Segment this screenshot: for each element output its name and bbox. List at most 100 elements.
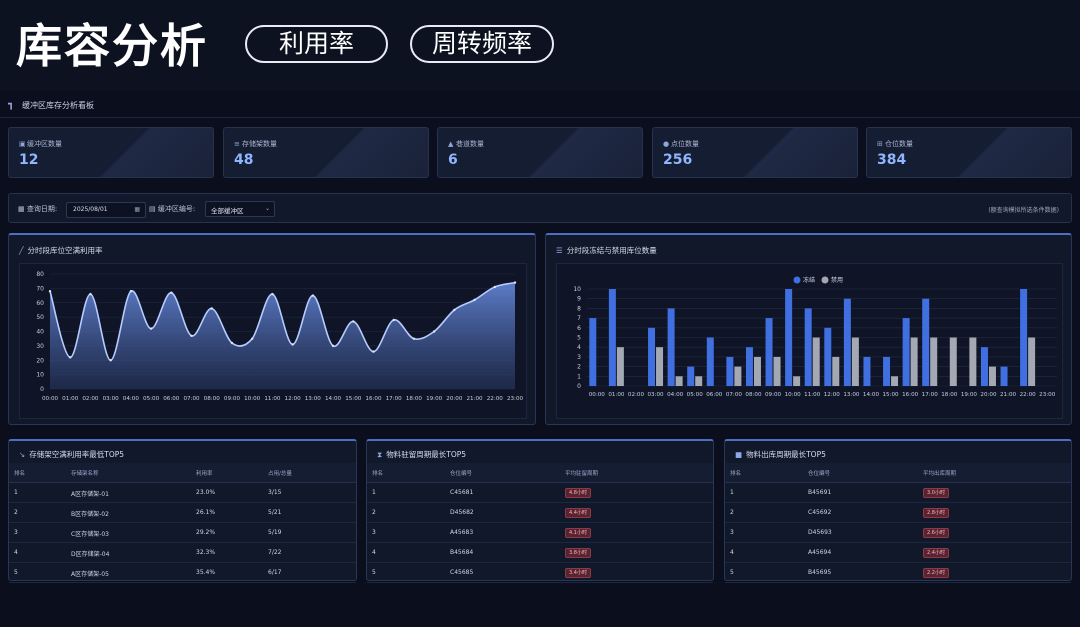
bar-禁用 bbox=[734, 366, 742, 386]
bar-冻结 bbox=[1000, 366, 1008, 386]
bar-冻结 bbox=[589, 318, 597, 386]
table-cell: D区存储架-04 bbox=[71, 551, 110, 558]
x-tick-label: 05:00 bbox=[687, 392, 704, 398]
data-point bbox=[493, 285, 496, 289]
table-row[interactable]: 5 B45695 2.2小时 bbox=[725, 563, 1071, 583]
table-header: 排名 仓位编号 平均出库周期 bbox=[725, 463, 1071, 483]
table-row[interactable]: 4 D区存储架-04 32.3% 7/22 bbox=[9, 543, 356, 563]
board-header: ┓ 缓冲区库存分析看板 bbox=[0, 92, 1080, 118]
bar-冻结 bbox=[608, 289, 616, 386]
x-tick-label: 04:00 bbox=[123, 396, 140, 402]
calendar-picker-icon[interactable]: ▦ bbox=[134, 206, 140, 213]
table-cell: 4 bbox=[14, 549, 18, 556]
table-row[interactable]: 3 D45693 2.6小时 bbox=[725, 523, 1071, 543]
table-row[interactable]: 4 B45684 3.8小时 bbox=[367, 543, 713, 563]
table-row[interactable]: 2 C45692 2.8小时 bbox=[725, 503, 1071, 523]
x-tick-label: 13:00 bbox=[843, 392, 860, 398]
table-cell: D45693 bbox=[808, 529, 832, 536]
x-tick-label: 15:00 bbox=[345, 396, 362, 402]
x-tick-label: 03:00 bbox=[647, 392, 664, 398]
table-row[interactable]: 2 D45682 4.4小时 bbox=[367, 503, 713, 523]
bar-冻结 bbox=[1020, 289, 1028, 386]
zone-select[interactable]: 全部缓冲区 ⌄ bbox=[205, 201, 275, 217]
table-row[interactable]: 3 A45683 4.1小时 bbox=[367, 523, 713, 543]
panel-title: ╱ 分时段库位空满利用率 bbox=[19, 246, 103, 255]
x-tick-label: 22:00 bbox=[1020, 392, 1037, 398]
table-row[interactable]: 1 A区存储架-01 23.0% 3/15 bbox=[9, 483, 356, 503]
table-cell: 2 bbox=[730, 509, 734, 516]
table-cell: 1 bbox=[730, 489, 734, 496]
x-tick-label: 09:00 bbox=[765, 392, 782, 398]
bar-冻结 bbox=[824, 327, 832, 386]
y-tick-label: 10 bbox=[573, 286, 581, 293]
x-tick-label: 08:00 bbox=[204, 396, 221, 402]
table-cell: 4 bbox=[730, 549, 734, 556]
x-tick-label: 22:00 bbox=[487, 396, 504, 402]
panel-title: ☰ 分时段冻结与禁用库位数量 bbox=[556, 246, 657, 255]
x-tick-label: 19:00 bbox=[426, 396, 443, 402]
stat-label: 存储架数量 bbox=[242, 140, 277, 148]
bar-冻结 bbox=[765, 318, 773, 386]
x-tick-label: 02:00 bbox=[628, 392, 645, 398]
table-row[interactable]: 5 C45685 3.4小时 bbox=[367, 563, 713, 583]
data-point bbox=[48, 290, 52, 293]
pill-utilization[interactable]: 利用率 bbox=[245, 25, 388, 63]
pill-turnover[interactable]: 周转频率 bbox=[410, 25, 554, 63]
table-cell: C45685 bbox=[450, 569, 474, 576]
table-cell: 2.8小时 bbox=[923, 508, 949, 518]
legend-swatch bbox=[793, 276, 801, 284]
table-cell: 6/17 bbox=[268, 569, 282, 576]
bar-禁用 bbox=[753, 356, 761, 386]
zone-label: ▤ 缓冲区编号: bbox=[149, 205, 196, 213]
duration-badge: 3.0小时 bbox=[923, 488, 949, 498]
y-tick-label: 2 bbox=[577, 364, 581, 371]
table-lowest-utilization: 排名 存储架名称 利用率 占用/总量 1 A区存储架-01 23.0% 3/15 2 B区存储架-… bbox=[9, 463, 356, 583]
duration-badge: 2.2小时 bbox=[923, 568, 949, 578]
stat-label: 点位数量 bbox=[671, 140, 699, 148]
table-header: 排名 仓位编号 平均驻留周期 bbox=[367, 463, 713, 483]
y-tick-label: 60 bbox=[36, 300, 44, 307]
x-tick-label: 10:00 bbox=[244, 396, 261, 402]
date-input[interactable]: 2025/08/01 ▦ bbox=[66, 202, 146, 218]
table-cell: 5/21 bbox=[268, 509, 282, 516]
table-row[interactable]: 1 B45691 3.0小时 bbox=[725, 483, 1071, 503]
data-point bbox=[250, 337, 254, 340]
table-cell: 3/15 bbox=[268, 489, 282, 496]
data-point bbox=[331, 344, 335, 348]
x-tick-label: 02:00 bbox=[82, 396, 99, 402]
data-point bbox=[453, 308, 456, 312]
data-point bbox=[190, 334, 193, 338]
table-row[interactable]: 5 A区存储架-05 35.4% 6/17 bbox=[9, 563, 356, 583]
table-row[interactable]: 3 C区存储架-03 29.2% 5/19 bbox=[9, 523, 356, 543]
stat-label: 缓冲区数量 bbox=[27, 140, 62, 148]
table-cell: 5/19 bbox=[268, 529, 282, 536]
x-tick-label: 06:00 bbox=[163, 396, 180, 402]
data-point bbox=[129, 290, 133, 293]
x-tick-label: 06:00 bbox=[706, 392, 723, 398]
bar-chart-area: 0 1 2 3 4 5 6 7 8 9 10 00:00 01:00 02:00 03:00 04:00 05:… bbox=[556, 263, 1063, 419]
table-row[interactable]: 4 A45694 2.4小时 bbox=[725, 543, 1071, 563]
duration-badge: 2.6小时 bbox=[923, 528, 949, 538]
x-tick-label: 05:00 bbox=[143, 396, 160, 402]
x-tick-label: 08:00 bbox=[745, 392, 762, 398]
stat-value: 6 bbox=[448, 152, 458, 168]
table-cell: 2.2小时 bbox=[923, 568, 949, 578]
data-point bbox=[432, 330, 436, 333]
stat-card-point-count: ● 点位数量 256 bbox=[652, 127, 858, 178]
column-header: 仓位编号 bbox=[450, 471, 473, 477]
date-label: ▦ 查询日期: bbox=[18, 205, 58, 213]
bar-禁用 bbox=[851, 337, 859, 386]
y-tick-label: 10 bbox=[36, 372, 44, 379]
layers-icon: ≡ bbox=[234, 140, 240, 148]
table-row[interactable]: 1 C45681 4.8小时 bbox=[367, 483, 713, 503]
y-tick-label: 70 bbox=[36, 285, 44, 292]
table-cell: C区存储架-03 bbox=[71, 531, 109, 538]
bar-禁用 bbox=[910, 337, 918, 386]
data-point bbox=[230, 341, 234, 345]
table-row[interactable]: 2 B区存储架-02 26.1% 5/21 bbox=[9, 503, 356, 523]
table-cell: 2.6小时 bbox=[923, 528, 949, 538]
x-tick-label: 16:00 bbox=[365, 396, 382, 402]
x-tick-label: 17:00 bbox=[922, 392, 939, 398]
y-tick-label: 8 bbox=[577, 305, 581, 312]
bar-禁用 bbox=[1028, 337, 1036, 386]
